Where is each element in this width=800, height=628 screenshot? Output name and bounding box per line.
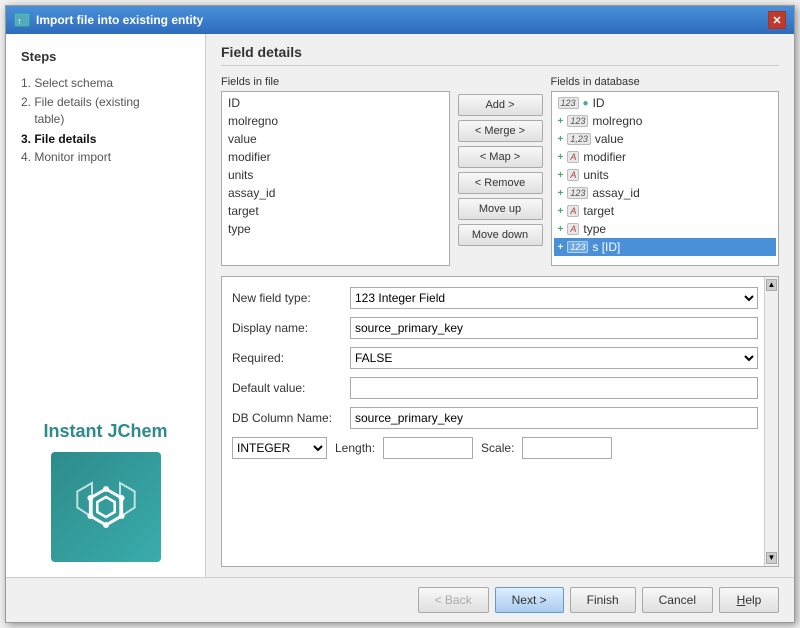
db-field-id-type-badge: 123 <box>558 97 579 109</box>
dialog-body: Steps 1. Select schema 2. File details (… <box>6 34 794 577</box>
logo-svg <box>71 472 141 542</box>
file-field-value[interactable]: value <box>224 130 447 148</box>
move-down-button[interactable]: Move down <box>458 224 543 246</box>
step-1: 1. Select schema <box>21 74 190 92</box>
steps-title: Steps <box>21 49 190 64</box>
required-select[interactable]: FALSE TRUE <box>350 347 758 369</box>
db-field-molregno[interactable]: +123 molregno <box>554 112 777 130</box>
length-label: Length: <box>335 441 375 455</box>
logo-text: Instant JChem <box>43 421 167 442</box>
map-button[interactable]: < Map > <box>458 146 543 168</box>
dialog-title: Import file into existing entity <box>36 13 203 27</box>
db-field-modifier[interactable]: + A modifier <box>554 148 777 166</box>
new-field-type-select[interactable]: 123 Integer Field <box>350 287 758 309</box>
sidebar-logo: Instant JChem <box>21 421 190 562</box>
finish-button[interactable]: Finish <box>570 587 636 613</box>
footer: < Back Next > Finish Cancel Help <box>6 577 794 622</box>
db-field-assay-id[interactable]: + 123 assay_id <box>554 184 777 202</box>
scroll-up-arrow[interactable]: ▲ <box>766 279 777 291</box>
fields-in-file-box: Fields in file ID molregno value modifie… <box>221 76 450 266</box>
file-field-units[interactable]: units <box>224 166 447 184</box>
required-row: Required: FALSE TRUE <box>232 347 758 369</box>
middle-buttons: Add > < Merge > < Map > < Remove Move up… <box>458 76 543 266</box>
fields-in-db-box: Fields in database 123 ● ID +123 molregn… <box>551 76 780 266</box>
db-field-value[interactable]: +1,23 value <box>554 130 777 148</box>
dialog: ↑ Import file into existing entity ✕ Ste… <box>5 5 795 623</box>
display-name-row: Display name: <box>232 317 758 339</box>
required-label: Required: <box>232 351 342 365</box>
help-button[interactable]: Help <box>719 587 779 613</box>
add-button[interactable]: Add > <box>458 94 543 116</box>
fields-in-db-list[interactable]: 123 ● ID +123 molregno +1,23 value + A m… <box>551 91 780 266</box>
default-value-row: Default value: <box>232 377 758 399</box>
file-field-assay-id[interactable]: assay_id <box>224 184 447 202</box>
sidebar: Steps 1. Select schema 2. File details (… <box>6 34 206 577</box>
display-name-input[interactable] <box>350 317 758 339</box>
default-value-label: Default value: <box>232 381 342 395</box>
db-field-units[interactable]: + A units <box>554 166 777 184</box>
fields-in-file-list[interactable]: ID molregno value modifier units assay_i… <box>221 91 450 266</box>
db-type-row: INTEGER VARCHAR FLOAT Length: Scale: <box>232 437 758 459</box>
db-field-s-id[interactable]: + 123 s [ID] <box>554 238 777 256</box>
new-field-type-label: New field type: <box>232 291 342 305</box>
db-field-id[interactable]: 123 ● ID <box>554 94 777 112</box>
step-2: 2. File details (existing table) <box>21 92 190 130</box>
length-input[interactable] <box>383 437 473 459</box>
svg-text:↑: ↑ <box>17 16 22 26</box>
db-field-type[interactable]: + A type <box>554 220 777 238</box>
dialog-icon: ↑ <box>14 12 30 28</box>
cancel-button[interactable]: Cancel <box>642 587 713 613</box>
title-bar: ↑ Import file into existing entity ✕ <box>6 6 794 34</box>
move-up-button[interactable]: Move up <box>458 198 543 220</box>
new-field-type-row: New field type: 123 Integer Field <box>232 287 758 309</box>
fields-in-file-title: Fields in file <box>221 76 450 88</box>
remove-button[interactable]: < Remove <box>458 172 543 194</box>
step-4: 4. Monitor import <box>21 148 190 166</box>
fields-in-db-title: Fields in database <box>551 76 780 88</box>
db-field-molregno-plus: + <box>558 116 564 127</box>
db-type-select[interactable]: INTEGER VARCHAR FLOAT <box>232 437 327 459</box>
merge-button[interactable]: < Merge > <box>458 120 543 142</box>
file-field-modifier[interactable]: modifier <box>224 148 447 166</box>
display-name-label: Display name: <box>232 321 342 335</box>
db-column-label: DB Column Name: <box>232 411 342 425</box>
file-field-id[interactable]: ID <box>224 94 447 112</box>
title-bar-left: ↑ Import file into existing entity <box>14 12 203 28</box>
file-field-molregno[interactable]: molregno <box>224 112 447 130</box>
db-field-target[interactable]: + A target <box>554 202 777 220</box>
new-field-type-select-wrap: 123 Integer Field <box>350 287 758 309</box>
default-value-input[interactable] <box>350 377 758 399</box>
db-column-row: DB Column Name: <box>232 407 758 429</box>
back-button[interactable]: < Back <box>418 587 489 613</box>
db-column-input[interactable] <box>350 407 758 429</box>
scroll-down-arrow[interactable]: ▼ <box>766 552 777 564</box>
close-button[interactable]: ✕ <box>768 11 786 29</box>
scale-input[interactable] <box>522 437 612 459</box>
scrollbar[interactable]: ▲ ▼ <box>764 277 778 566</box>
file-field-type[interactable]: type <box>224 220 447 238</box>
next-button[interactable]: Next > <box>495 587 564 613</box>
file-field-target[interactable]: target <box>224 202 447 220</box>
db-field-id-circle: ● <box>583 98 589 109</box>
section-title: Field details <box>221 44 779 66</box>
logo-icon-area <box>51 452 161 562</box>
fields-top-area: Fields in file ID molregno value modifie… <box>221 76 779 266</box>
main-content: Field details Fields in file ID molregno… <box>206 34 794 577</box>
step-3: 3. File details <box>21 130 190 148</box>
scale-label: Scale: <box>481 441 514 455</box>
detail-section: New field type: 123 Integer Field Displa… <box>221 276 779 567</box>
